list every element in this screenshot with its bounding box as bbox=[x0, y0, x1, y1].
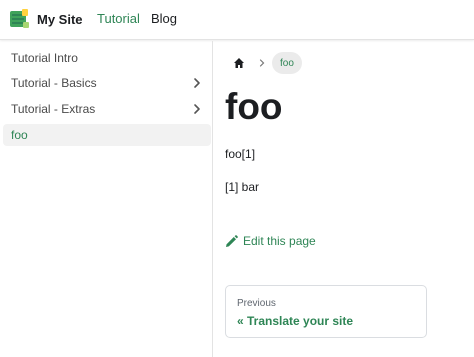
body-paragraph: foo[1] bbox=[225, 147, 256, 161]
sidebar-item-tutorial-basics[interactable]: Tutorial - Basics bbox=[3, 72, 211, 94]
edit-page-link[interactable]: Edit this page bbox=[225, 234, 316, 248]
sidebar-item-label: Tutorial - Extras bbox=[11, 102, 96, 116]
pagination-label: « Translate your site bbox=[237, 314, 354, 328]
sidebar-item-foo[interactable]: foo bbox=[3, 124, 211, 146]
sidebar-item-label: Tutorial - Basics bbox=[11, 76, 97, 90]
pencil-icon bbox=[226, 234, 238, 247]
sidebar-item-label: Tutorial Intro bbox=[11, 51, 78, 65]
nav-link-blog[interactable]: Blog bbox=[151, 11, 177, 26]
chevron-right-icon[interactable] bbox=[191, 103, 203, 115]
doc-main: foo foo foo[1] [1] bar Edit this page Pr… bbox=[214, 41, 474, 357]
nav-link-tutorial[interactable]: Tutorial bbox=[97, 11, 140, 26]
footnote-text: [1] bar bbox=[225, 180, 260, 194]
docs-sidebar: Tutorial Intro Tutorial - Basics Tutoria… bbox=[0, 41, 213, 357]
breadcrumb-current: foo bbox=[272, 52, 302, 74]
breadcrumb-separator-icon bbox=[259, 59, 265, 67]
brand-link[interactable]: My Site bbox=[8, 8, 83, 30]
edit-page-label: Edit this page bbox=[243, 234, 316, 248]
breadcrumb: foo bbox=[230, 52, 302, 74]
sidebar-item-label: foo bbox=[11, 128, 28, 142]
pagination-sublabel: Previous bbox=[237, 298, 276, 309]
chevron-right-icon[interactable] bbox=[191, 77, 203, 89]
page-title: foo bbox=[225, 86, 283, 127]
sidebar-item-tutorial-extras[interactable]: Tutorial - Extras bbox=[3, 98, 211, 120]
pagination-prev-card[interactable]: Previous « Translate your site bbox=[225, 285, 427, 338]
site-title: My Site bbox=[37, 11, 83, 27]
home-icon[interactable] bbox=[233, 57, 245, 69]
sidebar-item-tutorial-intro[interactable]: Tutorial Intro bbox=[3, 47, 211, 69]
navbar: My Site Tutorial Blog bbox=[0, 0, 474, 40]
site-logo-icon bbox=[10, 9, 29, 28]
